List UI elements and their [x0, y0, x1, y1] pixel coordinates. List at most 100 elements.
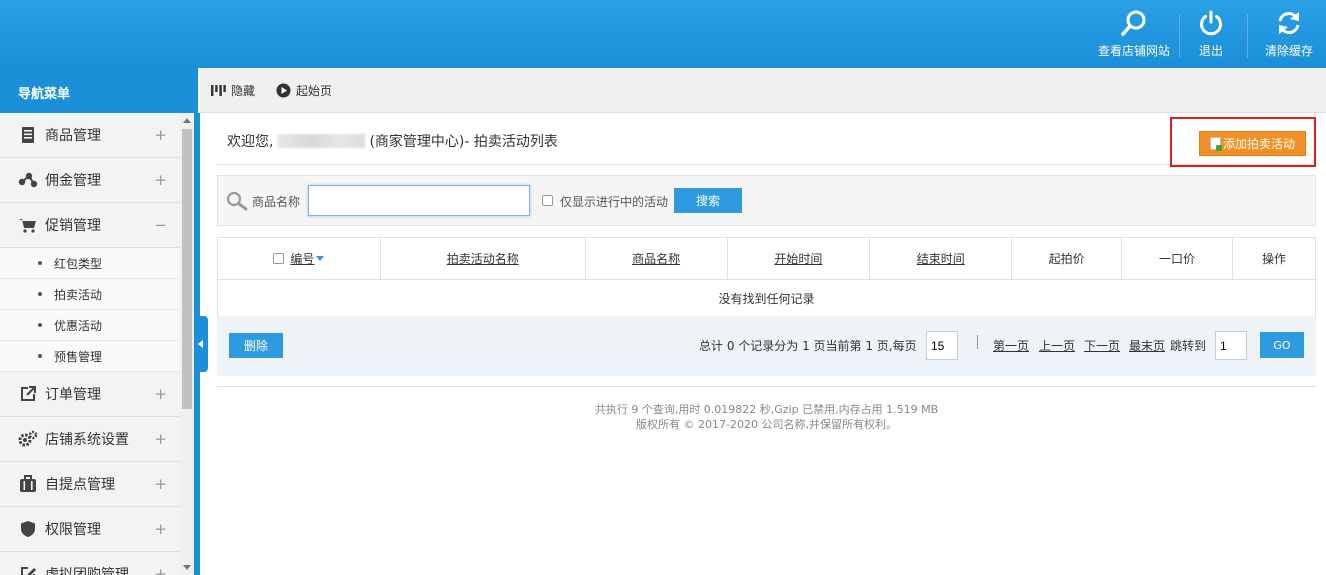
home-page-label: 起始页 — [296, 84, 333, 98]
auction-table: 编号 拍卖活动名称 商品名称 开始时间 结束时间 起拍价 一口价 操作 没有找到… — [217, 237, 1316, 317]
power-icon — [1196, 8, 1226, 38]
bullet-icon — [38, 261, 42, 265]
hide-menu-label: 隐藏 — [231, 84, 256, 98]
sort-by-id-link[interactable]: 编号 — [290, 252, 314, 266]
sidebar-subitem-discount[interactable]: 优惠活动 — [0, 310, 180, 341]
sub-toolbar: 隐藏 起始页 — [200, 68, 1326, 113]
welcome-prefix: 欢迎您, — [227, 134, 274, 150]
sidebar-item-label: 虚拟团购管理 — [45, 567, 129, 575]
sidebar-item-group-buy[interactable]: 虚拟团购管理 + — [0, 552, 180, 575]
header-divider — [1179, 14, 1180, 58]
goods-name-label: 商品名称 — [252, 195, 301, 209]
jump-page-input[interactable] — [1215, 331, 1247, 360]
sort-link[interactable]: 开始时间 — [774, 252, 822, 266]
column-header-start-time[interactable]: 开始时间 — [726, 237, 871, 280]
next-page-link[interactable]: 下一页 — [1084, 337, 1120, 354]
add-auction-button[interactable]: 添加拍卖活动 — [1199, 131, 1306, 156]
hide-menu-button[interactable]: 隐藏 — [210, 82, 255, 99]
clear-cache-button[interactable]: 清除缓存 — [1260, 8, 1318, 64]
record-summary: 总计 0 个记录分为 1 页当前第 1 页,每页 — [699, 339, 917, 353]
jump-label: 跳转到 — [1170, 339, 1207, 353]
sort-desc-icon — [316, 256, 325, 261]
sidebar-item-goods[interactable]: 商品管理 + — [0, 113, 180, 158]
page-title: 欢迎您, (商家管理中心)- 拍卖活动列表 — [227, 131, 558, 151]
expand-icon: + — [154, 475, 167, 493]
expand-icon: + — [154, 171, 167, 189]
expand-icon: + — [154, 565, 167, 575]
expand-icon: + — [154, 520, 167, 538]
sidebar-subitem-label: 红包类型 — [54, 256, 103, 271]
sidebar-item-promotion[interactable]: 促销管理 − — [0, 203, 180, 248]
expand-icon: + — [154, 126, 167, 144]
sidebar-item-label: 订单管理 — [45, 387, 101, 403]
goods-name-input[interactable] — [308, 185, 530, 216]
add-auction-label: 添加拍卖活动 — [1222, 137, 1295, 151]
per-page-input[interactable] — [926, 331, 958, 360]
sidebar-subitem-label: 预售管理 — [54, 349, 103, 364]
delete-button[interactable]: 删除 — [229, 333, 283, 358]
sidebar-item-pickup[interactable]: 自提点管理 + — [0, 462, 180, 507]
view-store-button[interactable]: 查看店铺网站 — [1097, 8, 1171, 64]
sidebar-item-store-settings[interactable]: 店铺系统设置 + — [0, 417, 180, 462]
sidebar-collapse-toggle[interactable] — [194, 316, 208, 372]
prev-page-link[interactable]: 上一页 — [1039, 337, 1075, 354]
sidebar-item-label: 自提点管理 — [45, 477, 115, 493]
pager-divider — [977, 335, 978, 349]
sidebar-subitem-red-packet[interactable]: 红包类型 — [0, 248, 180, 279]
sidebar-item-label: 店铺系统设置 — [45, 432, 129, 448]
page-title-row: 欢迎您, (商家管理中心)- 拍卖活动列表 — [217, 114, 1316, 165]
sidebar-item-permissions[interactable]: 权限管理 + — [0, 507, 180, 552]
home-page-button[interactable]: 起始页 — [276, 82, 332, 99]
column-header-id[interactable]: 编号 — [217, 237, 381, 280]
pagination-bar: 删除 总计 0 个记录分为 1 页当前第 1 页,每页 第一页 上一页 下一页 … — [217, 316, 1316, 376]
sort-link[interactable]: 商品名称 — [632, 252, 680, 266]
sort-link[interactable]: 拍卖活动名称 — [447, 252, 519, 266]
logout-button[interactable]: 退出 — [1189, 8, 1233, 64]
column-header-auction-name[interactable]: 拍卖活动名称 — [379, 237, 586, 280]
first-page-link[interactable]: 第一页 — [993, 337, 1029, 354]
top-header: 查看店铺网站 退出 清除缓存 — [0, 0, 1326, 68]
sidebar-subitem-label: 拍卖活动 — [54, 287, 103, 302]
column-header-end-time[interactable]: 结束时间 — [869, 237, 1013, 280]
sidebar-item-label: 权限管理 — [45, 522, 101, 538]
sidebar-subitem-auction[interactable]: 拍卖活动 — [0, 279, 180, 310]
welcome-suffix: (商家管理中心)- 拍卖活动列表 — [369, 134, 558, 150]
shield-icon — [18, 519, 38, 539]
footer-query-stats: 共执行 9 个查询,用时 0.019822 秒,Gzip 已禁用,内存占用 1.… — [594, 403, 939, 416]
active-only-checkbox[interactable] — [542, 195, 553, 206]
scrollbar-thumb[interactable] — [182, 129, 192, 409]
gears-icon — [18, 429, 38, 449]
sidebar-subitem-presale[interactable]: 预售管理 — [0, 341, 180, 372]
chevron-left-icon — [198, 340, 203, 348]
go-button[interactable]: GO — [1260, 332, 1304, 358]
sidebar-subitem-label: 优惠活动 — [54, 318, 103, 333]
scroll-down-icon[interactable] — [183, 565, 191, 570]
play-circle-icon — [276, 83, 291, 98]
sidebar-item-commission[interactable]: 佣金管理 + — [0, 158, 180, 203]
sidebar-item-label: 商品管理 — [45, 128, 101, 144]
sidebar-title: 导航菜单 — [0, 68, 198, 113]
sidebar-item-label: 佣金管理 — [45, 173, 101, 189]
blurred-username — [277, 134, 366, 148]
document-icon — [18, 125, 38, 145]
scroll-up-icon[interactable] — [183, 118, 191, 123]
search-button[interactable]: 搜索 — [674, 188, 742, 213]
clear-cache-label: 清除缓存 — [1264, 44, 1313, 58]
search-icon — [226, 191, 248, 214]
column-header-goods-name[interactable]: 商品名称 — [584, 237, 728, 280]
add-document-icon — [1209, 137, 1222, 151]
bullet-icon — [38, 354, 42, 358]
footer-copyright: 版权所有 © 2017-2020 公司名称,并保留所有权利。 — [636, 418, 897, 431]
sidebar-item-label: 促销管理 — [45, 218, 101, 234]
sidebar-item-orders[interactable]: 订单管理 + — [0, 372, 180, 417]
view-store-label: 查看店铺网站 — [1097, 44, 1170, 58]
empty-message: 没有找到任何记录 — [217, 279, 1316, 317]
bullet-icon — [38, 292, 42, 296]
footer-divider — [217, 386, 1316, 387]
select-all-checkbox[interactable] — [273, 253, 285, 264]
sort-link[interactable]: 结束时间 — [917, 252, 965, 266]
last-page-link[interactable]: 最末页 — [1129, 337, 1165, 354]
edit-icon — [18, 564, 38, 575]
sidebar-scrollbar[interactable] — [180, 113, 194, 575]
expand-icon: + — [154, 385, 167, 403]
